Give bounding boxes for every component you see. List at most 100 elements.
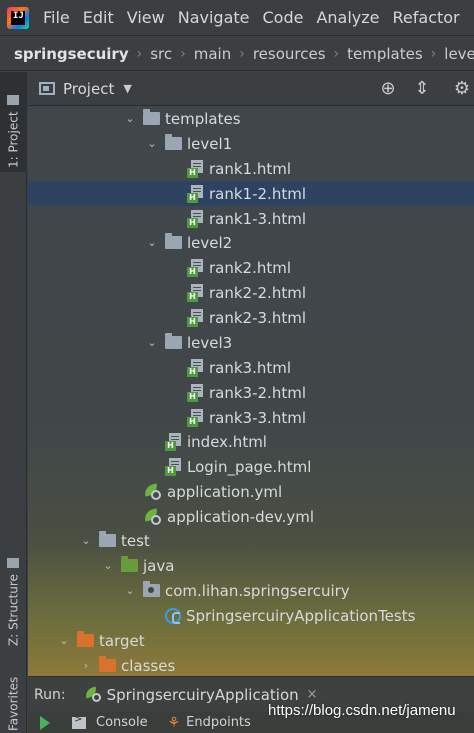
chevron-down-icon[interactable]: ⌄ bbox=[101, 559, 115, 572]
close-icon[interactable]: × bbox=[307, 687, 318, 702]
tree-item-label: rank1-2.html bbox=[209, 184, 306, 203]
chevron-down-icon[interactable]: ⌄ bbox=[57, 634, 71, 647]
spring-config-icon bbox=[142, 482, 162, 500]
tab-favorites[interactable]: Favorites bbox=[0, 676, 27, 733]
html-file-icon: H bbox=[187, 358, 204, 377]
project-panel-header: Project ▼ ⊕ ⇕ ⚙ bbox=[28, 72, 474, 106]
tree-item-label: test bbox=[121, 531, 150, 550]
chevron-down-icon[interactable]: ▼ bbox=[123, 82, 131, 95]
menu-edit[interactable]: Edit bbox=[83, 8, 114, 27]
breadcrumb-templates[interactable]: templates bbox=[347, 45, 423, 63]
breadcrumb-level1[interactable]: level1 bbox=[444, 45, 474, 63]
tree-item-level1[interactable]: ⌄ level1 bbox=[28, 131, 474, 156]
chevron-right-icon[interactable]: › bbox=[79, 659, 93, 672]
breadcrumb-src[interactable]: src bbox=[150, 45, 172, 63]
chevron-down-icon[interactable]: ⌄ bbox=[145, 336, 159, 349]
tree-item-rank1-3[interactable]: ⌄ H rank1-3.html bbox=[28, 206, 474, 231]
tree-item-label: target bbox=[99, 631, 145, 650]
tree-item-rank2-3[interactable]: ⌄ H rank2-3.html bbox=[28, 305, 474, 330]
tree-item-java[interactable]: ⌄ java bbox=[28, 553, 474, 578]
html-file-icon: H bbox=[187, 383, 204, 402]
breadcrumb-resources[interactable]: resources bbox=[253, 45, 326, 63]
run-config-tab[interactable]: SpringsercuiryApplication bbox=[107, 686, 299, 704]
tree-item-rank3[interactable]: ⌄ H rank3.html bbox=[28, 355, 474, 380]
menu-refactor[interactable]: Refactor bbox=[393, 8, 460, 27]
tree-item-index[interactable]: ⌄ H index.html bbox=[28, 429, 474, 454]
menu-navigate[interactable]: Navigate bbox=[178, 8, 250, 27]
collapse-all-icon[interactable]: ⇕ bbox=[411, 78, 433, 100]
test-folder-icon bbox=[121, 556, 138, 572]
breadcrumb-separator-icon: › bbox=[239, 45, 245, 62]
endpoints-icon: ⚘ bbox=[167, 714, 181, 731]
intellij-logo-icon[interactable]: IJ bbox=[7, 6, 29, 29]
tree-item-rank1[interactable]: ⌄ H rank1.html bbox=[28, 156, 474, 181]
spring-boot-icon bbox=[83, 686, 102, 702]
run-label: Run: bbox=[34, 686, 66, 703]
tree-item-label: rank3-3.html bbox=[209, 408, 306, 427]
tree-item-label: rank2.html bbox=[209, 258, 292, 277]
tree-item-label: application.yml bbox=[167, 482, 283, 501]
tree-item-package[interactable]: ⌄ com.lihan.springsercuiry bbox=[28, 578, 474, 603]
tab-structure-label: Z: Structure bbox=[6, 574, 21, 646]
breadcrumb-separator-icon: › bbox=[333, 45, 340, 62]
folder-icon bbox=[165, 134, 182, 150]
chevron-down-icon[interactable]: ⌄ bbox=[79, 534, 93, 547]
settings-gear-icon[interactable]: ⚙ bbox=[451, 78, 473, 100]
breadcrumb-project[interactable]: springsecuiry bbox=[14, 45, 129, 63]
tree-item-level3[interactable]: ⌄ level3 bbox=[28, 330, 474, 355]
folder-icon bbox=[165, 233, 182, 249]
tree-item-label: rank1-3.html bbox=[209, 209, 306, 228]
menu-code[interactable]: Code bbox=[263, 8, 304, 27]
project-view-selector[interactable]: Project bbox=[63, 80, 114, 98]
tree-item-application-yml[interactable]: ⌄ application.yml bbox=[28, 479, 474, 504]
chevron-down-icon[interactable]: ⌄ bbox=[145, 137, 159, 150]
tree-item-label: templates bbox=[165, 109, 241, 128]
tree-item-label: rank1.html bbox=[209, 159, 292, 178]
tab-structure[interactable]: Z: Structure bbox=[0, 550, 27, 650]
chevron-down-icon[interactable]: ⌄ bbox=[123, 112, 137, 125]
menu-file[interactable]: File bbox=[43, 8, 70, 27]
menu-analyze[interactable]: Analyze bbox=[316, 8, 379, 27]
tree-item-tests-class[interactable]: ⌄ SpringsercuiryApplicationTests bbox=[28, 603, 474, 628]
tree-item-label: rank3-2.html bbox=[209, 383, 306, 402]
tree-item-rank1-2[interactable]: ⌄ H rank1-2.html bbox=[28, 181, 474, 206]
tree-item-rank3-3[interactable]: ⌄ H rank3-3.html bbox=[28, 405, 474, 430]
tree-item-rank3-2[interactable]: ⌄ H rank3-2.html bbox=[28, 380, 474, 405]
menu-view[interactable]: View bbox=[127, 8, 165, 27]
tab-console[interactable]: Console bbox=[96, 715, 148, 730]
breadcrumb-separator-icon: › bbox=[136, 45, 143, 62]
tree-item-label: level2 bbox=[187, 233, 233, 252]
tab-endpoints[interactable]: Endpoints bbox=[186, 715, 251, 730]
html-file-icon: H bbox=[187, 258, 204, 277]
tree-item-templates[interactable]: ⌄ templates bbox=[28, 106, 474, 131]
menubar: IJ File Edit View Navigate Code Analyze … bbox=[0, 0, 474, 36]
tree-item-label: rank2-2.html bbox=[209, 283, 306, 302]
tree-item-rank2[interactable]: ⌄ H rank2.html bbox=[28, 255, 474, 280]
tree-item-level2[interactable]: ⌄ level2 bbox=[28, 230, 474, 255]
tree-item-label: rank2-3.html bbox=[209, 308, 306, 327]
tree-item-test[interactable]: ⌄ test bbox=[28, 528, 474, 553]
tree-item-rank2-2[interactable]: ⌄ H rank2-2.html bbox=[28, 280, 474, 305]
excluded-folder-icon bbox=[99, 656, 116, 672]
locate-file-icon[interactable]: ⊕ bbox=[377, 78, 399, 100]
breadcrumb-main[interactable]: main bbox=[194, 45, 231, 63]
left-tool-strip: 1: Project Z: Structure bbox=[0, 72, 27, 733]
tree-item-target[interactable]: ⌄ target bbox=[28, 628, 474, 653]
structure-icon bbox=[7, 558, 20, 569]
tab-project[interactable]: 1: Project bbox=[0, 72, 27, 172]
tree-item-label: java bbox=[143, 556, 175, 575]
tree-item-application-dev-yml[interactable]: ⌄ application-dev.yml bbox=[28, 504, 474, 529]
tree-item-label: level3 bbox=[187, 333, 233, 352]
tree-item-label: classes bbox=[121, 656, 176, 675]
tree-item-login-page[interactable]: ⌄ H Login_page.html bbox=[28, 454, 474, 479]
folder-icon bbox=[165, 333, 182, 349]
tab-favorites-label: Favorites bbox=[6, 676, 21, 731]
chevron-down-icon[interactable]: ⌄ bbox=[123, 584, 137, 597]
breadcrumb: springsecuiry › src › main › resources ›… bbox=[0, 37, 474, 71]
run-play-icon[interactable] bbox=[40, 715, 50, 730]
chevron-down-icon[interactable]: ⌄ bbox=[145, 236, 159, 249]
project-view-icon bbox=[39, 82, 55, 95]
html-file-icon: H bbox=[165, 457, 182, 476]
tree-item-classes[interactable]: › classes bbox=[28, 653, 474, 676]
tree-item-label: index.html bbox=[187, 432, 267, 451]
